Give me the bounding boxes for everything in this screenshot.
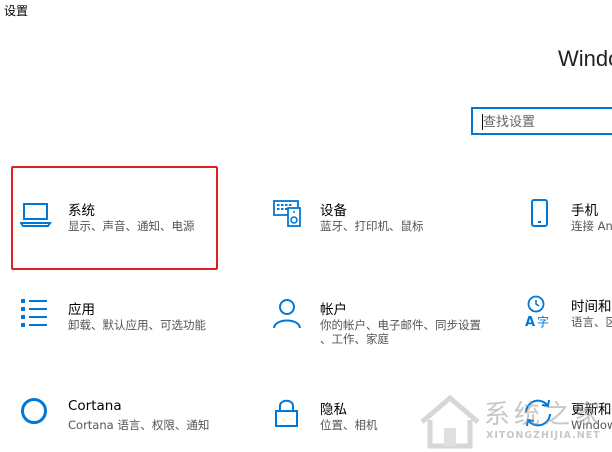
svg-text:A: A xyxy=(525,315,535,329)
tile-devices-name: 设备 xyxy=(320,203,347,219)
phone-icon xyxy=(531,199,548,227)
tile-privacy-desc: 位置、相机 xyxy=(320,418,378,432)
text-caret xyxy=(482,114,483,130)
tile-devices-desc: 蓝牙、打印机、鼠标 xyxy=(320,219,424,233)
tile-apps-name: 应用 xyxy=(68,302,95,318)
tile-apps-desc: 卸载、默认应用、可选功能 xyxy=(68,318,206,332)
tile-cortana-desc: Cortana 语言、权限、通知 xyxy=(68,418,210,432)
tile-privacy-name: 隐私 xyxy=(320,402,347,418)
tile-accounts-name: 帐户 xyxy=(320,302,347,318)
tile-time-language-name: 时间和 xyxy=(571,299,612,315)
watermark-house-icon xyxy=(420,394,480,449)
tile-accounts-desc-line1: 你的帐户、电子邮件、同步设置 xyxy=(320,318,481,332)
watermark-cn: 系统之家 xyxy=(484,400,605,430)
watermark-en: XITONGZHIJIA.NET xyxy=(486,430,601,441)
search-box[interactable] xyxy=(471,107,612,135)
svg-text:字: 字 xyxy=(537,314,549,329)
tile-time-language-desc: 语言、区 xyxy=(571,315,612,329)
devices-icon xyxy=(273,200,301,227)
watermark: 系统之家 XITONGZHIJIA.NET xyxy=(414,388,612,452)
window-title: 设置 xyxy=(4,4,29,18)
person-icon xyxy=(273,299,301,329)
tile-phone-name: 手机 xyxy=(571,203,598,219)
selection-highlight-box xyxy=(11,166,218,270)
lock-icon xyxy=(275,399,298,427)
apps-list-icon xyxy=(21,299,47,327)
tile-accounts-desc-line2: 、工作、家庭 xyxy=(320,332,389,346)
tile-cortana-name: Cortana xyxy=(68,398,122,414)
search-input[interactable] xyxy=(483,113,612,131)
tile-phone-desc: 连接 An xyxy=(571,219,612,233)
windows-brand-heading: Windo xyxy=(558,46,612,71)
cortana-circle-icon xyxy=(21,398,47,424)
time-language-icon: A 字 xyxy=(525,295,549,329)
